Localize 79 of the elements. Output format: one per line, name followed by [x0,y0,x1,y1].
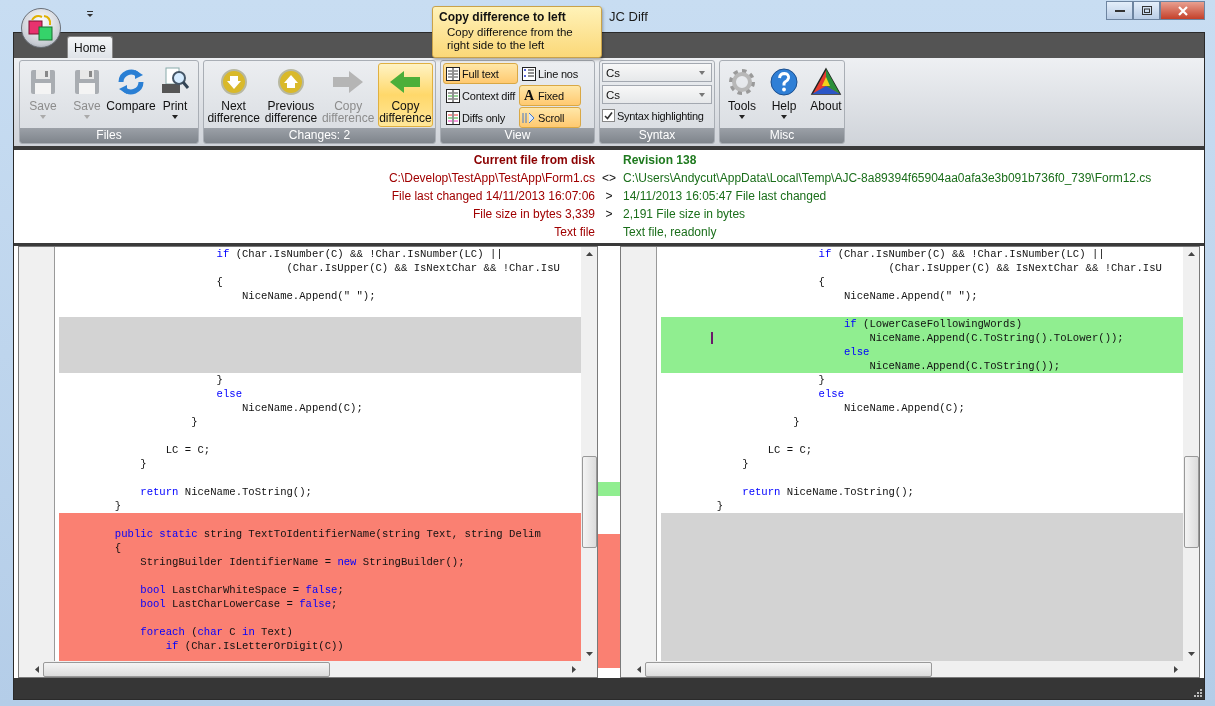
vertical-scrollbar[interactable] [581,247,597,661]
document-columns-icon [446,110,460,125]
language-dropdown[interactable]: Cs [602,85,712,104]
checkmark-icon [604,111,613,120]
scroll-thumb[interactable] [1183,456,1199,548]
ribbon-button[interactable]: Copy difference [377,63,433,127]
left-file-detail: Text file [553,225,595,239]
view-toggle[interactable]: Full text [443,63,519,84]
ribbon-button[interactable]: Previous difference [263,63,319,127]
help-icon [769,67,799,97]
scroll-down-icon [585,652,593,656]
right-file-detail: 2,191 File size in bytes [623,207,747,221]
group-label: Misc [720,128,844,143]
scroll-right-icon [1174,665,1178,673]
scroll-up-icon [585,252,593,256]
down-arrow-circle-icon [219,68,248,96]
group-label: View [441,128,594,143]
app-logo-icon[interactable] [21,8,61,48]
dropdown-caret-icon [699,92,705,97]
horizontal-scrollbar[interactable] [19,661,581,677]
comparison-symbol: > [604,207,614,221]
resize-grip-icon [1192,687,1202,697]
right-file-detail: C:\Users\Andycut\AppData\Local\Temp\AJC-8a89394f65904aa0afa3e3b091b736f0_739\Form12.cs [623,171,1153,185]
scroll-left-icon [35,665,39,673]
document-columns-icon [446,88,460,103]
dropdown-caret-icon [699,70,705,75]
restore-icon [1141,6,1152,15]
view-toggle[interactable]: Context diff [443,85,519,106]
left-file-heading: Current file from disk [472,153,595,167]
view-toggle[interactable]: Diffs only [443,107,519,128]
vertical-scrollbar[interactable] [1183,247,1199,661]
left-file-detail: File last changed 14/11/2013 16:07:06 [390,189,595,203]
circular-arrows-icon [116,67,146,97]
triangle-logo-icon [810,67,842,97]
ribbon-button[interactable]: Help [764,63,804,127]
group-label: Syntax [600,128,714,143]
scroll-arrow-icon [522,110,537,125]
group-label: Changes: 2 [204,128,435,143]
syntax-highlighting-checkbox[interactable]: Syntax highlighting [602,109,712,122]
right-file-detail: 14/11/2013 16:05:47 File last changed [623,189,828,203]
customize-toolbar-icon[interactable] [86,10,94,18]
scroll-down-icon [1187,652,1195,656]
view-toggle[interactable]: Line nos [519,63,582,84]
scroll-left-icon [637,665,641,673]
gear-icon [727,67,757,97]
window-title-text: JC Diff [609,8,648,24]
group-label: Files [20,128,198,143]
view-toggle[interactable]: A Fixed [519,85,582,106]
added-change-marker[interactable] [598,482,620,496]
maximize-button[interactable] [1133,1,1160,20]
ribbon-button[interactable]: Next difference [206,63,262,127]
right-file-detail: Text file, readonly [623,225,718,239]
horizontal-scrollbar[interactable] [621,661,1183,677]
tooltip-title: Copy difference to left [439,10,567,24]
view-toggle[interactable]: Scroll [519,107,582,128]
right-file-heading: Revision 138 [623,153,698,167]
ribbon-tab[interactable]: Home [67,36,113,58]
scroll-up-icon [1187,252,1195,256]
left-arrow-icon [388,69,423,95]
ribbon-button[interactable]: About [806,63,846,127]
ribbon-button[interactable]: Tools [722,63,762,127]
ribbon-button[interactable]: Print [154,63,196,127]
scroll-thumb[interactable] [43,661,330,677]
left-file-detail: File size in bytes 3,339 [471,207,595,221]
document-columns-icon [446,66,460,81]
scroll-thumb[interactable] [645,661,932,677]
scroll-right-icon [572,665,576,673]
removed-change-marker[interactable] [598,534,620,668]
close-button[interactable] [1160,1,1205,20]
numbered-list-icon [522,66,537,81]
close-icon [1177,5,1188,16]
language-dropdown[interactable]: Cs [602,63,712,82]
minimize-button[interactable] [1106,1,1133,20]
tooltip-text: Copy difference from the right side to the left [446,26,574,52]
up-arrow-circle-icon [276,68,305,96]
scroll-thumb[interactable] [581,456,597,548]
comparison-symbol: <> [601,171,617,185]
left-file-detail: C:\Develop\TestApp\TestApp\Form1.cs [387,171,595,185]
comparison-symbol: > [604,189,614,203]
